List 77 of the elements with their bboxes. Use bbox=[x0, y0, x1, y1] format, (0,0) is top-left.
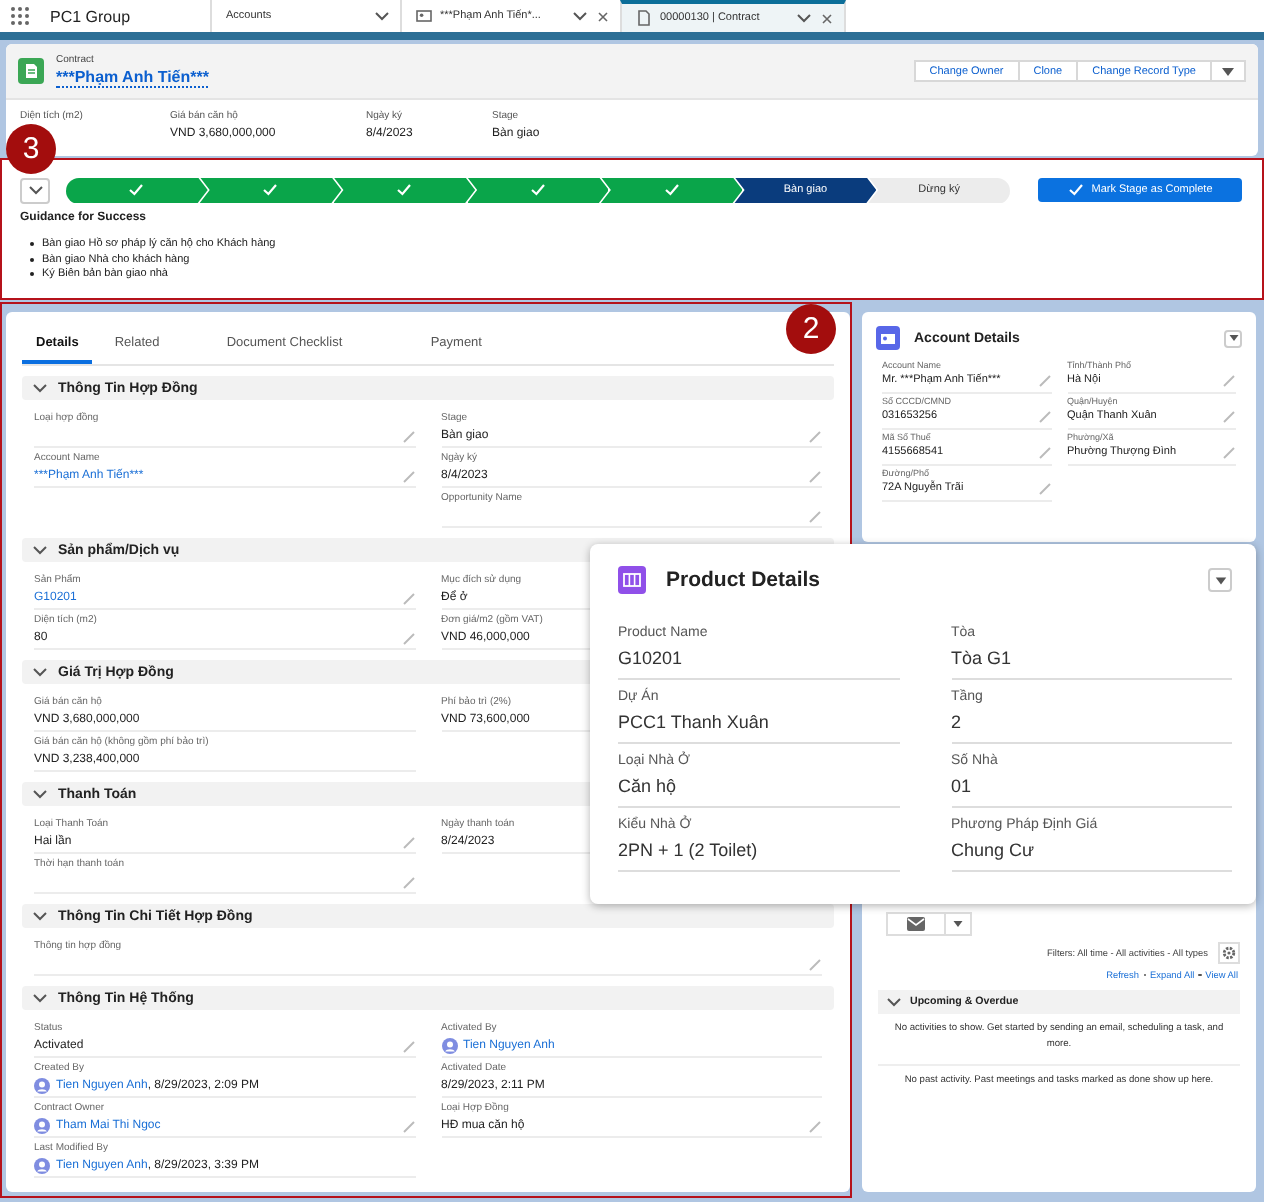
pencil-icon[interactable] bbox=[1222, 374, 1236, 388]
pencil-icon[interactable] bbox=[808, 509, 822, 523]
pencil-icon[interactable] bbox=[401, 631, 415, 645]
pencil-icon[interactable] bbox=[1222, 446, 1236, 460]
document-icon bbox=[18, 58, 44, 84]
check-icon bbox=[396, 182, 413, 198]
chevron-icon bbox=[32, 542, 48, 558]
check-icon bbox=[128, 182, 145, 198]
pencil-icon[interactable] bbox=[401, 429, 415, 443]
chevron-icon bbox=[27, 182, 43, 198]
check-icon bbox=[262, 182, 279, 198]
card-icon bbox=[876, 326, 900, 350]
chevron-icon[interactable] bbox=[572, 8, 588, 24]
pencil-icon[interactable] bbox=[1222, 410, 1236, 424]
user-icon bbox=[34, 1078, 50, 1094]
caret-icon bbox=[1227, 332, 1239, 344]
settings-button[interactable] bbox=[1218, 942, 1240, 964]
chevron-icon[interactable] bbox=[374, 8, 390, 24]
document-icon bbox=[636, 10, 652, 26]
chevron-icon bbox=[32, 380, 48, 396]
field-value: Tòa G1 bbox=[951, 646, 1014, 672]
chevron-icon bbox=[886, 994, 902, 1010]
pencil-icon[interactable] bbox=[401, 469, 415, 483]
app-name: PC1 Group bbox=[50, 7, 133, 25]
chevron-icon bbox=[32, 908, 48, 924]
app-launcher-icon[interactable] bbox=[10, 6, 30, 26]
pencil-icon[interactable] bbox=[401, 1119, 415, 1133]
path-stage[interactable] bbox=[199, 177, 342, 203]
annotation-badge: 3 bbox=[6, 124, 56, 174]
user-icon bbox=[441, 1038, 457, 1054]
dropdown-button[interactable] bbox=[1210, 60, 1246, 82]
pencil-icon[interactable] bbox=[401, 875, 415, 889]
pencil-icon[interactable] bbox=[808, 429, 822, 443]
user-icon bbox=[34, 1158, 50, 1174]
path-stage[interactable] bbox=[66, 177, 208, 203]
close-icon[interactable] bbox=[820, 11, 834, 25]
card-icon bbox=[416, 8, 432, 24]
chevron-icon bbox=[32, 786, 48, 802]
chevron-icon bbox=[32, 664, 48, 680]
dropdown-button[interactable] bbox=[1224, 329, 1242, 347]
pencil-icon[interactable] bbox=[401, 591, 415, 605]
path-stage[interactable] bbox=[333, 177, 476, 203]
check-icon bbox=[663, 182, 680, 198]
field-value: 01 bbox=[951, 774, 974, 800]
toggle-button[interactable] bbox=[20, 177, 50, 203]
check-icon bbox=[530, 182, 546, 198]
pencil-icon[interactable] bbox=[808, 957, 822, 971]
pencil-icon[interactable] bbox=[808, 469, 822, 483]
chevron-icon bbox=[32, 990, 48, 1006]
record-title[interactable]: ***Phạm Anh Tiến*** bbox=[56, 68, 209, 88]
user-icon bbox=[34, 1118, 50, 1134]
dropdown-button[interactable] bbox=[944, 912, 972, 936]
card-title: Product Details bbox=[666, 568, 821, 592]
pencil-icon[interactable] bbox=[1037, 446, 1051, 460]
dropdown-button[interactable] bbox=[1208, 568, 1232, 592]
pencil-icon[interactable] bbox=[1037, 482, 1051, 496]
pencil-icon[interactable] bbox=[1037, 410, 1051, 424]
check-icon bbox=[1067, 182, 1084, 198]
field-value: PCC1 Thanh Xuân bbox=[618, 710, 771, 736]
pencil-icon[interactable] bbox=[401, 1039, 415, 1053]
pencil-icon[interactable] bbox=[1037, 374, 1051, 388]
field-value: Chung Cư bbox=[951, 838, 1037, 864]
field-value: 2PN + 1 (2 Toilet) bbox=[618, 838, 760, 864]
pencil-icon[interactable] bbox=[401, 835, 415, 849]
table-icon bbox=[618, 566, 646, 594]
gear-icon bbox=[1222, 946, 1236, 960]
chevron-icon[interactable] bbox=[796, 10, 812, 26]
field-value: 2 bbox=[951, 710, 964, 736]
close-icon[interactable] bbox=[596, 9, 610, 23]
caret-icon bbox=[952, 918, 964, 930]
pencil-icon[interactable] bbox=[808, 1119, 822, 1133]
email-button[interactable] bbox=[886, 912, 946, 936]
mail-icon bbox=[906, 916, 926, 932]
caret-icon bbox=[1220, 63, 1236, 79]
caret-icon bbox=[1213, 573, 1227, 587]
path-stage[interactable] bbox=[467, 177, 609, 203]
path-stage[interactable] bbox=[600, 177, 743, 203]
